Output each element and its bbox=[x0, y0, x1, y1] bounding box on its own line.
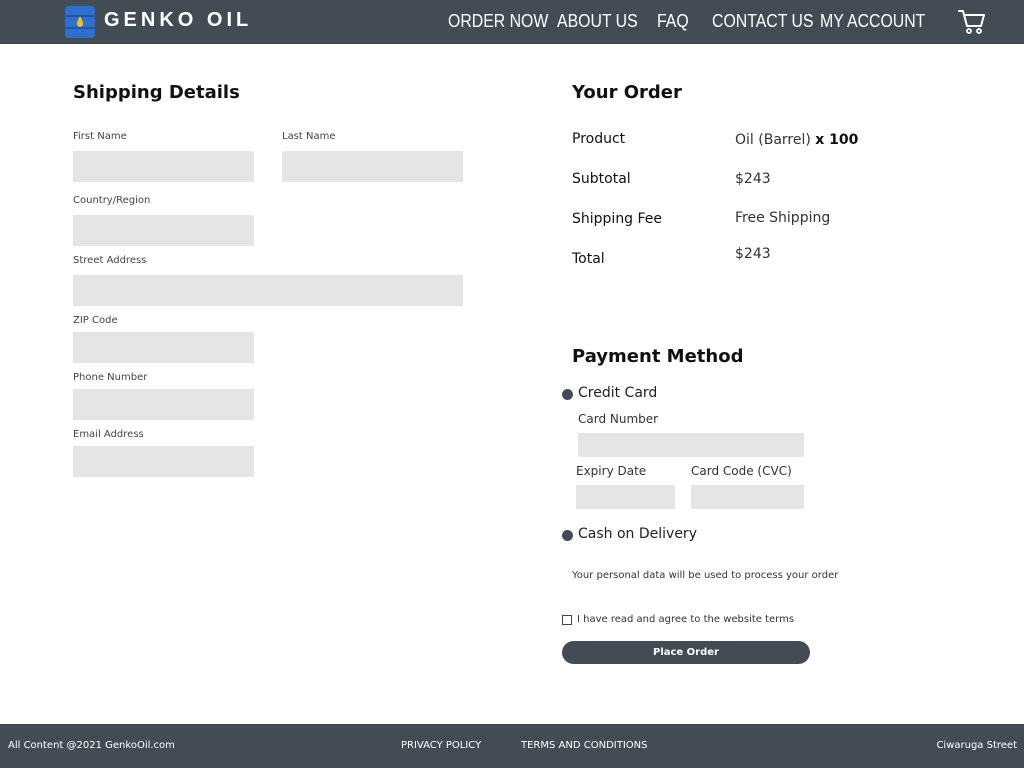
nav-contact-us[interactable]: CONTACT US bbox=[712, 11, 814, 32]
credit-card-radio[interactable] bbox=[562, 389, 573, 400]
phone-number-input[interactable] bbox=[73, 389, 254, 420]
cash-on-delivery-label[interactable]: Cash on Delivery bbox=[578, 526, 697, 542]
email-address-input[interactable] bbox=[73, 446, 254, 477]
street-address-input[interactable] bbox=[73, 275, 463, 306]
email-address-label: Email Address bbox=[73, 429, 144, 440]
privacy-note: Your personal data will be used to proce… bbox=[572, 570, 839, 581]
shipping-fee-value: Free Shipping bbox=[735, 210, 831, 226]
footer-copyright: All Content @2021 GenkoOil.com bbox=[8, 740, 175, 751]
nav-about-us[interactable]: ABOUT US bbox=[557, 11, 638, 32]
footer-bar: All Content @2021 GenkoOil.com PRIVACY P… bbox=[0, 724, 1024, 768]
nav-order-now[interactable]: ORDER NOW bbox=[448, 11, 548, 32]
last-name-label: Last Name bbox=[282, 131, 336, 142]
shipping-details-title: Shipping Details bbox=[73, 82, 240, 103]
zip-code-label: ZIP Code bbox=[73, 315, 118, 326]
terms-label[interactable]: I have read and agree to the website ter… bbox=[577, 614, 794, 625]
product-value: Oil (Barrel) x 100 bbox=[735, 132, 858, 148]
card-number-label: Card Number bbox=[578, 412, 659, 426]
first-name-input[interactable] bbox=[73, 151, 254, 182]
payment-method-title: Payment Method bbox=[572, 346, 744, 367]
credit-card-label[interactable]: Credit Card bbox=[578, 385, 657, 401]
card-code-label: Card Code (CVC) bbox=[691, 464, 792, 478]
card-code-input[interactable] bbox=[691, 485, 804, 509]
total-value: $243 bbox=[735, 246, 771, 262]
product-quantity: x 100 bbox=[815, 132, 859, 148]
total-label: Total bbox=[572, 251, 605, 267]
product-name: Oil (Barrel) bbox=[735, 132, 811, 148]
footer-address: Ciwaruga Street bbox=[936, 740, 1017, 751]
first-name-label: First Name bbox=[73, 131, 127, 142]
shipping-fee-label: Shipping Fee bbox=[572, 211, 663, 227]
expiry-date-label: Expiry Date bbox=[576, 464, 647, 478]
expiry-date-input[interactable] bbox=[576, 485, 675, 509]
card-number-input[interactable] bbox=[578, 433, 804, 457]
shopping-cart-icon[interactable] bbox=[958, 9, 986, 35]
nav-my-account[interactable]: MY ACCOUNT bbox=[820, 11, 925, 32]
country-input[interactable] bbox=[73, 215, 254, 246]
zip-code-input[interactable] bbox=[73, 332, 254, 363]
product-label: Product bbox=[572, 131, 626, 147]
street-address-label: Street Address bbox=[73, 255, 147, 266]
subtotal-label: Subtotal bbox=[572, 171, 631, 187]
brand-name[interactable]: GENKO OIL bbox=[104, 9, 252, 32]
nav-faq[interactable]: FAQ bbox=[657, 11, 689, 32]
terms-and-conditions-link[interactable]: TERMS AND CONDITIONS bbox=[521, 740, 647, 751]
your-order-title: Your Order bbox=[572, 82, 682, 103]
top-nav-bar: GENKO OIL ORDER NOW ABOUT US FAQ CONTACT… bbox=[0, 0, 1024, 44]
country-label: Country/Region bbox=[73, 195, 151, 206]
subtotal-value: $243 bbox=[735, 171, 771, 187]
oil-barrel-logo-icon[interactable] bbox=[65, 6, 95, 38]
last-name-input[interactable] bbox=[282, 151, 463, 182]
cash-on-delivery-radio[interactable] bbox=[562, 530, 573, 541]
place-order-button[interactable]: Place Order bbox=[562, 641, 810, 664]
phone-number-label: Phone Number bbox=[73, 372, 148, 383]
privacy-policy-link[interactable]: PRIVACY POLICY bbox=[401, 740, 481, 751]
terms-checkbox[interactable] bbox=[562, 615, 572, 625]
